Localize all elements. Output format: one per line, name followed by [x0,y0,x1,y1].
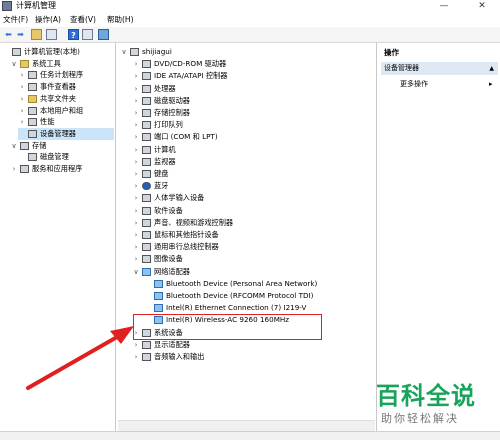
watermark-subtitle: 助你轻松解决 [381,412,459,425]
annotation-arrow-icon [26,326,134,390]
watermark-logo: 百科全说 [376,382,476,410]
